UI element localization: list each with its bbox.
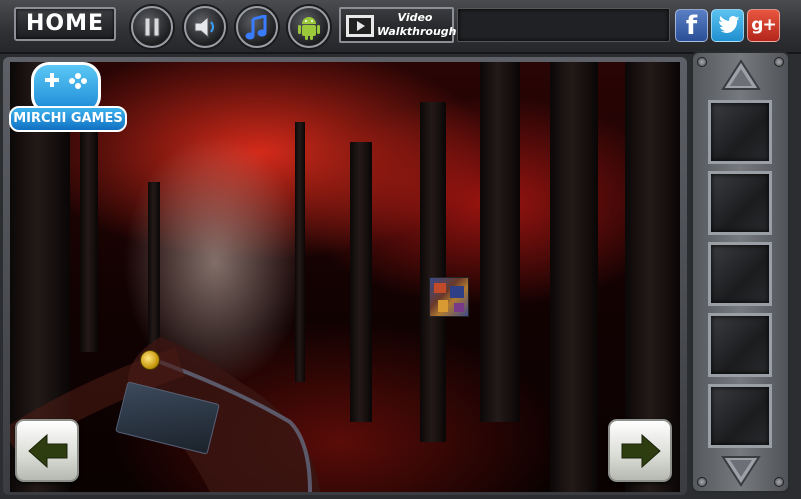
puzzle-tile-item[interactable] [429, 277, 469, 317]
music-button[interactable] [236, 6, 278, 48]
film-icon [346, 15, 374, 37]
inventory-panel [691, 51, 790, 493]
android-button[interactable] [288, 6, 330, 48]
arrow-right-icon [621, 433, 661, 469]
status-panel [457, 8, 670, 42]
music-note-icon [245, 15, 267, 40]
top-bar: HOME Video Walkthrough f g+ [0, 0, 801, 54]
nav-right-button[interactable] [608, 419, 672, 482]
chevron-up-icon[interactable] [711, 57, 771, 95]
speaker-icon [194, 15, 214, 39]
android-icon [298, 17, 320, 40]
screw [774, 477, 784, 487]
mirchi-games-logo: MIRCHI GAMES [9, 62, 127, 134]
screw [774, 57, 784, 67]
gold-coin-item[interactable] [140, 350, 160, 370]
home-button[interactable]: HOME [14, 7, 116, 41]
arrow-left-icon [28, 433, 68, 469]
googleplus-button[interactable]: g+ [747, 9, 780, 42]
inventory-slot[interactable] [708, 242, 772, 306]
inventory-slot[interactable] [708, 384, 772, 448]
nav-left-button[interactable] [15, 419, 79, 482]
video-walkthrough-button[interactable]: Video Walkthrough [339, 7, 457, 43]
video-walkthrough-label: Video Walkthrough [377, 11, 457, 38]
twitter-bird-icon [718, 16, 739, 33]
pause-icon [144, 17, 160, 37]
pause-button[interactable] [131, 6, 173, 48]
inventory-slot[interactable] [708, 100, 772, 164]
screw [697, 477, 707, 487]
inventory-slot[interactable] [708, 313, 772, 377]
logo-text: MIRCHI GAMES [9, 106, 127, 132]
sound-button[interactable] [184, 6, 226, 48]
chevron-down-icon[interactable] [711, 451, 771, 489]
facebook-button[interactable]: f [675, 9, 708, 42]
twitter-button[interactable] [711, 9, 744, 42]
screw [697, 57, 707, 67]
inventory-slot[interactable] [708, 171, 772, 235]
